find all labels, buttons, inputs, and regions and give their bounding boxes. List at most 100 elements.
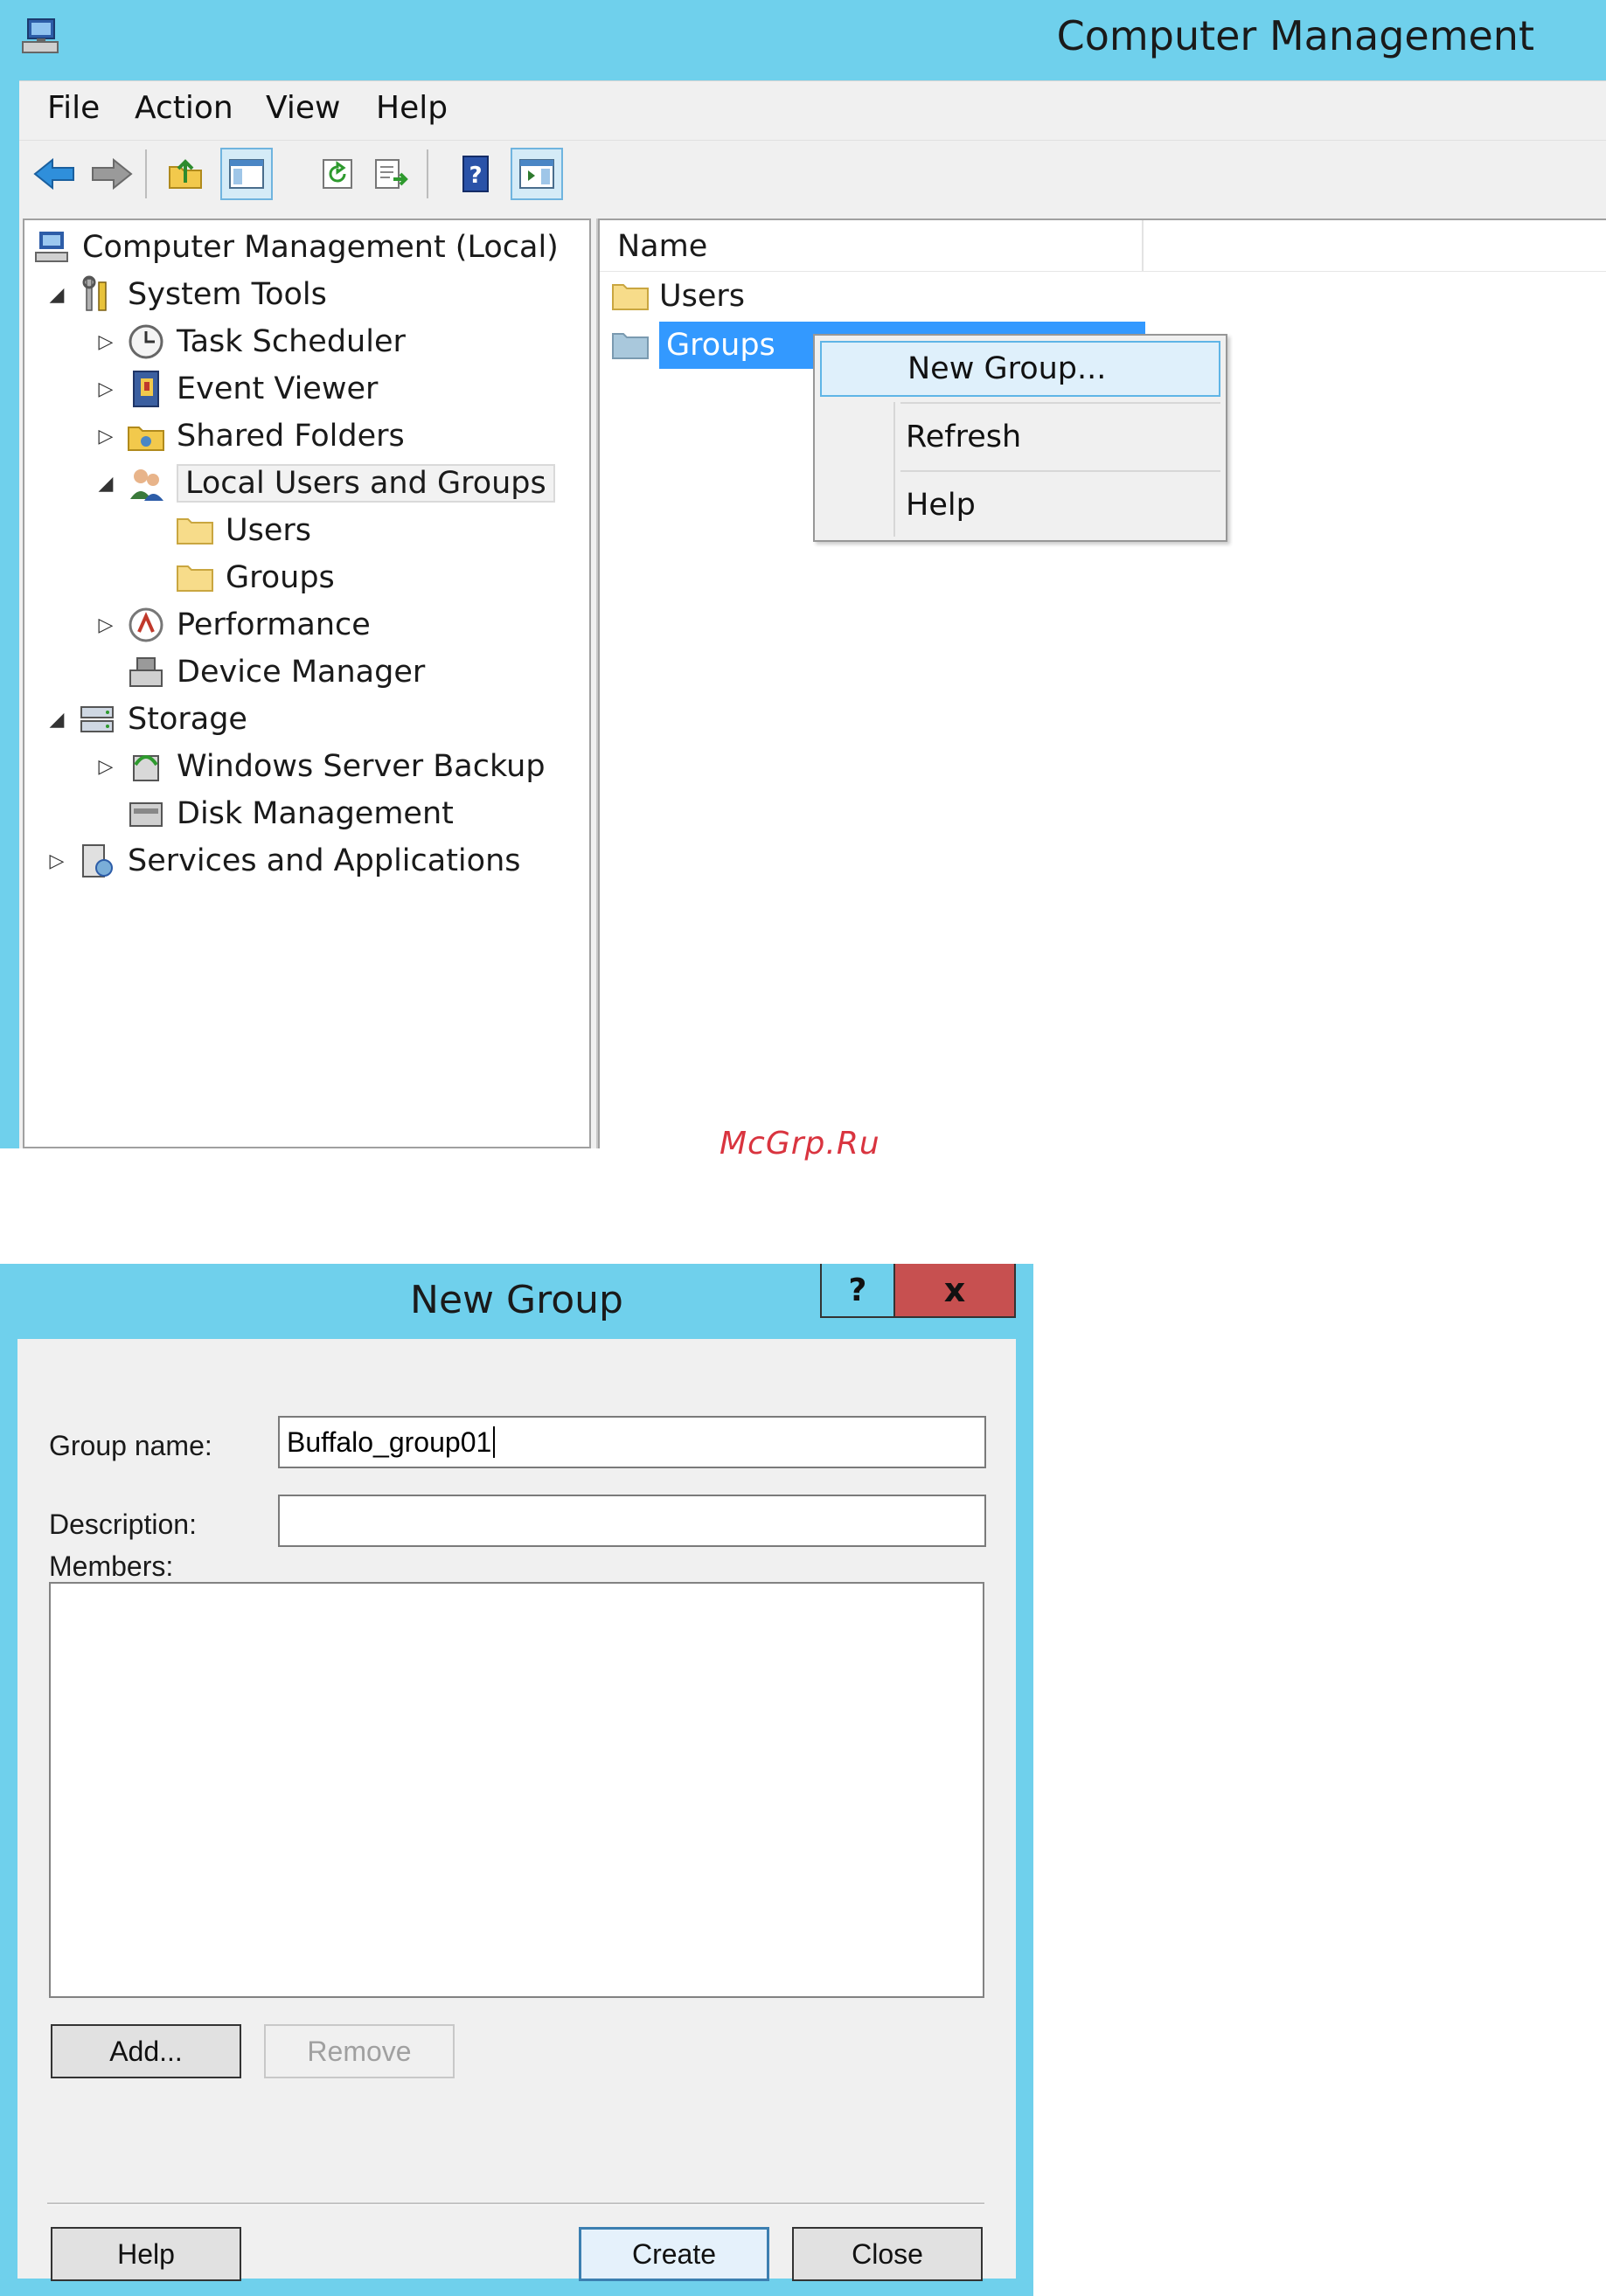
menu-help[interactable]: Help [376,90,448,126]
new-group-dialog: New Group ? x Group name: Buffalo_group0… [0,1264,1033,2296]
watermark-text: McGrp.Ru [720,1126,880,1162]
tree-item-services-and-applications[interactable]: ▷ Services and Applications [44,839,521,883]
event-viewer-icon [126,369,166,409]
window-title: Computer Management [1056,12,1534,59]
svg-text:?: ? [469,163,482,189]
group-name-input[interactable]: Buffalo_group01 [278,1416,986,1468]
tree-item-device-manager[interactable]: Device Manager [126,650,425,694]
close-button[interactable]: Close [792,2227,983,2281]
folder-icon [175,510,215,551]
tree-item-users[interactable]: Users [175,509,311,552]
toolbar: ? [19,140,1606,207]
menu-bar: File Action View Help [19,80,1606,141]
group-name-label: Group name: [49,1430,212,1461]
toolbar-separator [145,149,147,198]
menu-separator [900,470,1220,472]
list-item-users[interactable]: Users [610,273,1152,320]
tree-item-disk-management[interactable]: Disk Management [126,792,454,836]
tree-item-label: Device Manager [177,655,426,690]
column-header-name[interactable]: Name [617,229,707,264]
menu-item-help[interactable]: Help [820,477,1220,533]
help-button[interactable]: Help [51,2227,241,2281]
computer-management-window: Computer Management File Action View Hel… [0,0,1606,1148]
tree-item-label: Disk Management [177,796,454,831]
add-button[interactable]: Add... [51,2024,241,2078]
menu-file[interactable]: File [47,90,100,126]
members-label: Members: [49,1550,174,1582]
menu-item-label: Help [906,488,976,523]
remove-button[interactable]: Remove [264,2024,455,2078]
dialog-content: Group name: Buffalo_group01 Description:… [17,1339,1016,2281]
tree-item-label: Local Users and Groups [177,464,555,503]
close-icon: x [943,1271,966,1309]
export-list-icon[interactable] [365,148,418,200]
tree-item-computer-management[interactable]: Computer Management (Local) [31,225,559,269]
menu-item-new-group[interactable]: New Group... [820,341,1220,397]
expanded-arrow-icon[interactable]: ◢ [44,284,70,306]
collapsed-arrow-icon[interactable]: ▷ [93,426,119,447]
show-hide-action-pane-icon[interactable] [511,148,563,200]
back-arrow-icon[interactable] [28,148,80,200]
question-icon: ? [848,1272,867,1308]
context-menu: New Group... Refresh Help [813,334,1227,542]
description-input[interactable] [278,1495,986,1547]
tools-icon [77,274,117,315]
list-header: Name [600,220,1606,272]
tree-item-label: Users [226,513,312,548]
menu-item-refresh[interactable]: Refresh [820,409,1220,465]
dialog-close-button[interactable]: x [895,1264,1016,1318]
group-name-value: Buffalo_group01 [287,1425,492,1458]
tree-item-performance[interactable]: ▷ Performance [93,603,371,647]
tree-item-label: Performance [177,607,371,642]
tree-item-task-scheduler[interactable]: ▷ Task Scheduler [93,320,406,364]
menu-action[interactable]: Action [135,90,233,126]
members-list[interactable] [49,1582,984,1998]
tree-item-windows-server-backup[interactable]: ▷ Windows Server Backup [93,745,546,788]
computer-management-icon [31,227,72,267]
tree-item-local-users-and-groups[interactable]: ◢ Local Users and Groups [93,461,555,505]
device-manager-icon [126,652,166,692]
tree-item-label: Task Scheduler [177,324,406,359]
tree-item-system-tools[interactable]: ◢ System Tools [44,273,327,316]
refresh-icon[interactable] [311,148,364,200]
help-icon[interactable]: ? [449,148,502,200]
collapsed-arrow-icon[interactable]: ▷ [93,378,119,400]
menu-item-label: Refresh [906,420,1022,454]
collapsed-arrow-icon[interactable]: ▷ [93,331,119,353]
tree-item-label: System Tools [128,277,327,312]
menu-view[interactable]: View [266,90,340,126]
create-button[interactable]: Create [579,2227,769,2281]
menu-separator [900,402,1220,404]
tree-item-label: Groups [226,560,335,595]
services-icon [77,841,117,881]
expanded-arrow-icon[interactable]: ◢ [44,709,70,731]
collapsed-arrow-icon[interactable]: ▷ [93,756,119,778]
storage-icon [77,699,117,739]
tree-item-shared-folders[interactable]: ▷ Shared Folders [93,414,405,458]
backup-icon [126,746,166,787]
text-cursor [493,1426,496,1458]
up-folder-icon[interactable] [159,148,212,200]
tree-item-label: Services and Applications [128,843,521,878]
description-label: Description: [49,1509,197,1540]
performance-icon [126,605,166,645]
expanded-arrow-icon[interactable]: ◢ [93,473,119,495]
dialog-help-button[interactable]: ? [820,1264,895,1318]
collapsed-arrow-icon[interactable]: ▷ [44,850,70,872]
list-item-label: Users [659,279,746,314]
column-divider[interactable] [1142,220,1144,271]
show-hide-console-tree-icon[interactable] [220,148,273,200]
shared-folders-icon [126,416,166,456]
forward-arrow-icon[interactable] [86,148,138,200]
dialog-divider [47,2202,984,2205]
computer-management-icon[interactable] [19,16,65,61]
tree-item-event-viewer[interactable]: ▷ Event Viewer [93,367,378,411]
tree-item-label: Event Viewer [177,371,379,406]
tree-item-label: Storage [128,702,247,737]
tree-item-storage[interactable]: ◢ Storage [44,697,247,741]
users-groups-icon [126,463,166,503]
disk-icon [126,794,166,834]
folder-icon [610,325,650,365]
tree-item-groups[interactable]: Groups [175,556,335,600]
collapsed-arrow-icon[interactable]: ▷ [93,614,119,636]
